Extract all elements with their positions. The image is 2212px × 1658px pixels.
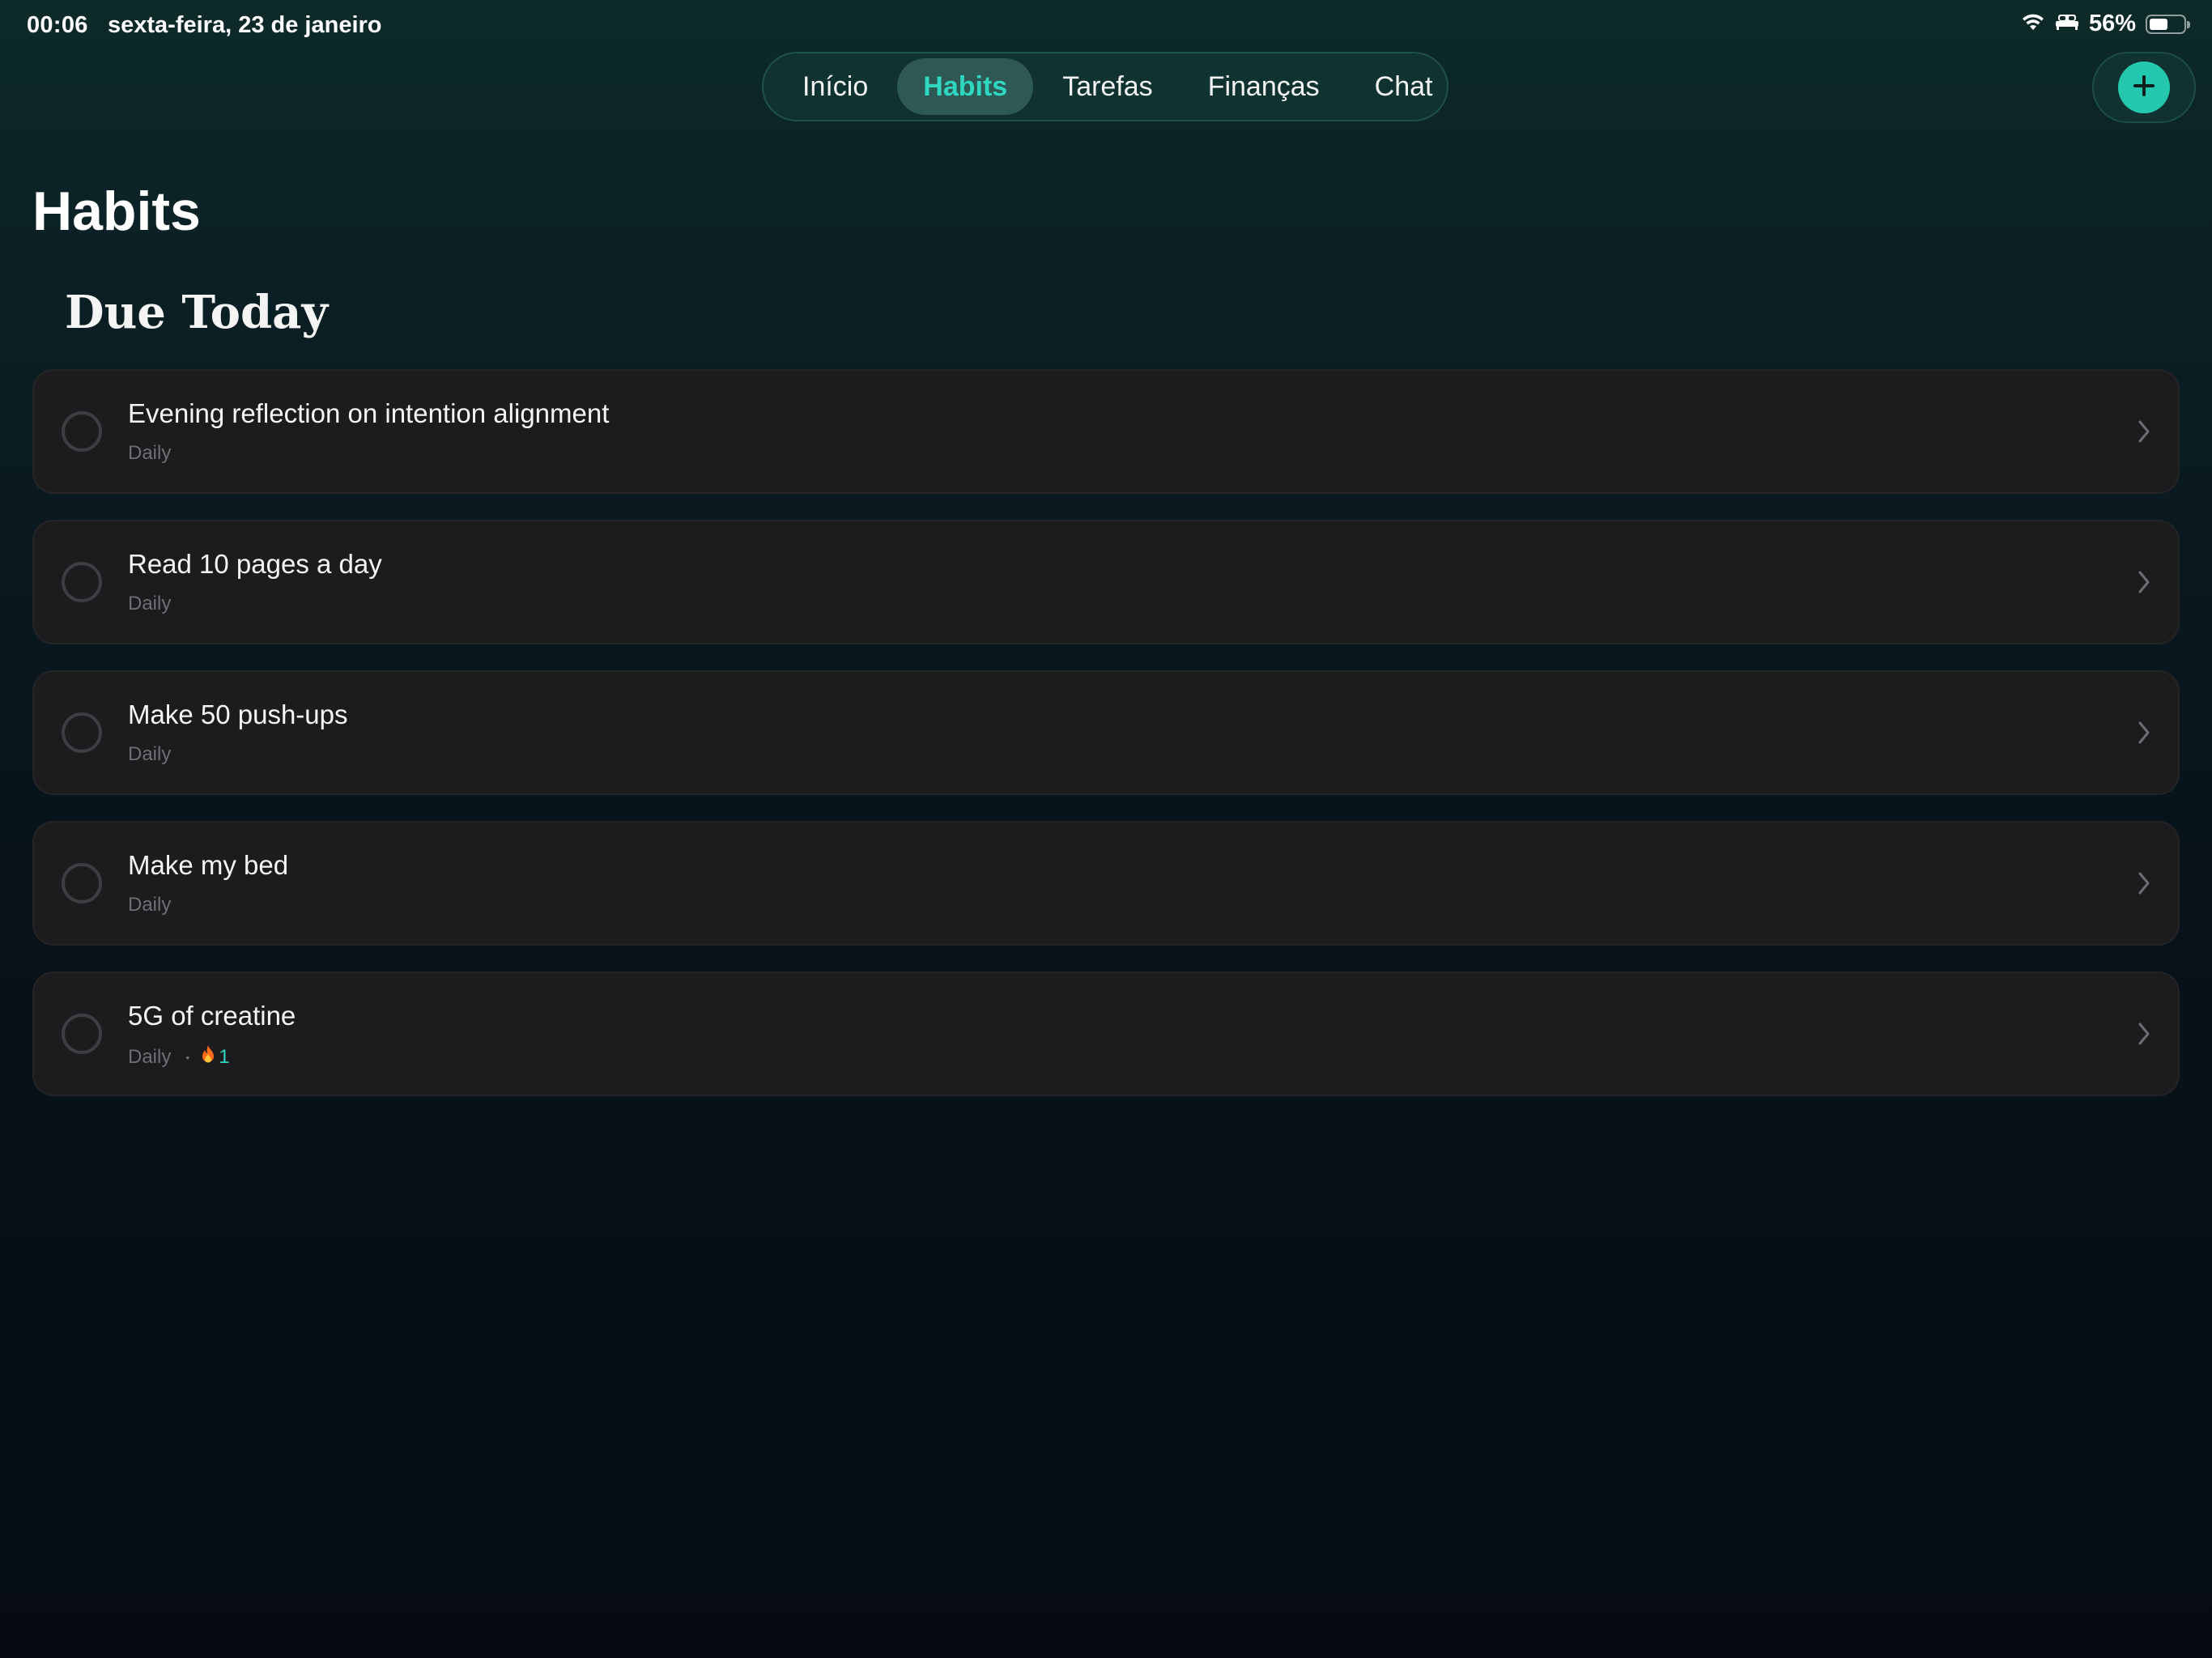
add-button[interactable] (2118, 62, 2170, 113)
habit-list: Evening reflection on intention alignmen… (32, 369, 2180, 1122)
habit-card[interactable]: Read 10 pages a day Daily (32, 520, 2180, 644)
plus-icon (2131, 73, 2157, 103)
battery-percent: 56% (2088, 11, 2136, 36)
battery-fill (2150, 18, 2167, 30)
chevron-right-icon (2134, 869, 2154, 897)
tab-tarefas[interactable]: Tarefas (1036, 58, 1179, 115)
habit-frequency: Daily (128, 593, 172, 614)
habit-card[interactable]: 5G of creatine Daily • 1 (32, 971, 2180, 1096)
habit-checkbox[interactable] (62, 712, 102, 753)
tab-inicio[interactable]: Início (776, 58, 894, 115)
habit-name: Evening reflection on intention alignmen… (128, 398, 610, 428)
status-time: 00:06 (27, 12, 88, 38)
habit-frequency: Daily (128, 743, 172, 765)
habit-meta: Daily (128, 894, 171, 916)
streak-badge: 1 (201, 1044, 230, 1069)
status-indicators: 56% (2021, 11, 2190, 37)
habit-card[interactable]: Evening reflection on intention alignmen… (32, 369, 2180, 494)
habit-meta: Daily (128, 442, 171, 465)
chevron-right-icon (2134, 719, 2154, 746)
page-title: Habits (32, 181, 201, 242)
wifi-icon (2021, 12, 2045, 36)
habit-checkbox[interactable] (62, 411, 102, 452)
status-bar: 00:06 sexta-feira, 23 de janeiro 56% (0, 0, 2212, 52)
habit-frequency: Daily (128, 1045, 172, 1068)
streak-count: 1 (219, 1045, 230, 1068)
habit-checkbox[interactable] (62, 1014, 102, 1054)
chevron-right-icon (2134, 1020, 2154, 1048)
top-nav: Início Habits Tarefas Finanças Chat (762, 52, 1448, 121)
fire-icon (201, 1044, 215, 1069)
add-button-container (2092, 52, 2196, 123)
chevron-right-icon (2134, 418, 2154, 445)
section-title-due-today: Due Today (65, 286, 328, 339)
habit-checkbox[interactable] (62, 863, 102, 903)
habit-name: Read 10 pages a day (128, 549, 382, 579)
habit-frequency: Daily (128, 442, 172, 464)
habit-meta: Daily (128, 743, 171, 766)
tab-habits[interactable]: Habits (897, 58, 1034, 115)
habit-frequency: Daily (128, 894, 172, 916)
chevron-right-icon (2134, 568, 2154, 596)
habit-name: Make my bed (128, 850, 289, 880)
tab-financas[interactable]: Finanças (1182, 58, 1346, 115)
status-date: sexta-feira, 23 de janeiro (108, 12, 382, 38)
habit-meta: Daily (128, 593, 171, 615)
habit-meta: Daily • 1 (128, 1044, 230, 1069)
tab-chat[interactable]: Chat (1349, 58, 1459, 115)
meta-separator: • (185, 1050, 190, 1064)
habit-name: 5G of creatine (128, 1001, 296, 1031)
battery-icon (2146, 14, 2190, 34)
habit-checkbox[interactable] (62, 562, 102, 602)
habit-name: Make 50 push-ups (128, 699, 348, 729)
habit-card[interactable]: Make my bed Daily (32, 821, 2180, 946)
habit-card[interactable]: Make 50 push-ups Daily (32, 670, 2180, 795)
bed-icon (2055, 13, 2079, 35)
